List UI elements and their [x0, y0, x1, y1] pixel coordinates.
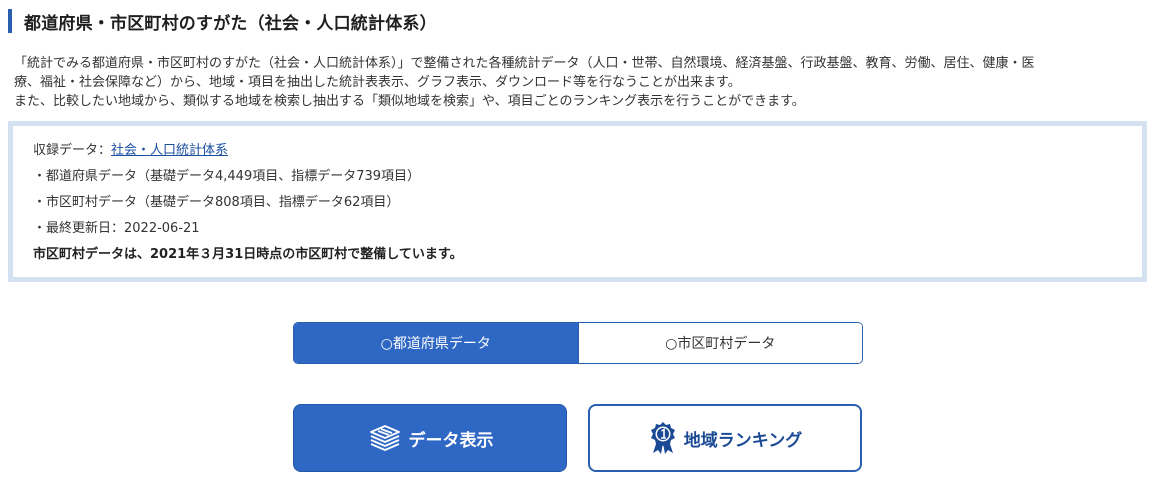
intro-line-1: 「統計でみる都道府県・市区町村のすがた（社会・人口統計体系）」で整備された各種統… [14, 56, 1035, 71]
ranking-label: 地域ランキング [683, 430, 803, 451]
municipality-data-info: ・市区町村データ（基礎データ808項目、指標データ62項目） [33, 195, 400, 210]
data-display-label: データ表示 [408, 430, 494, 451]
page-title: 都道府県・市区町村のすがた（社会・人口統計体系） [24, 13, 437, 34]
ranking-button[interactable]: 地域ランキング [588, 404, 862, 472]
data-display-button[interactable]: データ表示 [293, 404, 567, 472]
ribbon-badge-icon [648, 421, 678, 455]
recorded-data-link[interactable]: 社会・人口統計体系 [111, 143, 228, 158]
municipality-data-option[interactable]: ○市区町村データ [577, 323, 862, 363]
municipality-note: 市区町村データは、2021年３月31日時点の市区町村で整備しています。 [33, 247, 463, 262]
data-type-toggle: ○都道府県データ ○市区町村データ [293, 322, 863, 364]
prefecture-data-info: ・都道府県データ（基礎データ4,449項目、指標データ739項目） [33, 169, 421, 184]
info-box: 収録データ：社会・人口統計体系 ・都道府県データ（基礎データ4,449項目、指標… [8, 121, 1147, 282]
intro-line-2: 療、福祉・社会保障など）から、地域・項目を抽出した統計表表示、グラフ表示、ダウン… [14, 75, 741, 90]
page-header: 都道府県・市区町村のすがた（社会・人口統計体系） [8, 9, 437, 34]
intro-line-3: また、比較したい地域から、類似する地域を検索し抽出する「類似地域を検索」や、項目… [14, 94, 805, 109]
intro-text: 「統計でみる都道府県・市区町村のすがた（社会・人口統計体系）」で整備された各種統… [14, 54, 1144, 111]
recorded-data-row: 収録データ：社会・人口統計体系 [33, 141, 1142, 167]
stacked-documents-icon [367, 423, 403, 453]
recorded-data-label: 収録データ： [33, 143, 112, 158]
prefecture-data-option[interactable]: ○都道府県データ [294, 323, 578, 363]
last-updated-info: ・最終更新日：2022-06-21 [33, 221, 200, 236]
